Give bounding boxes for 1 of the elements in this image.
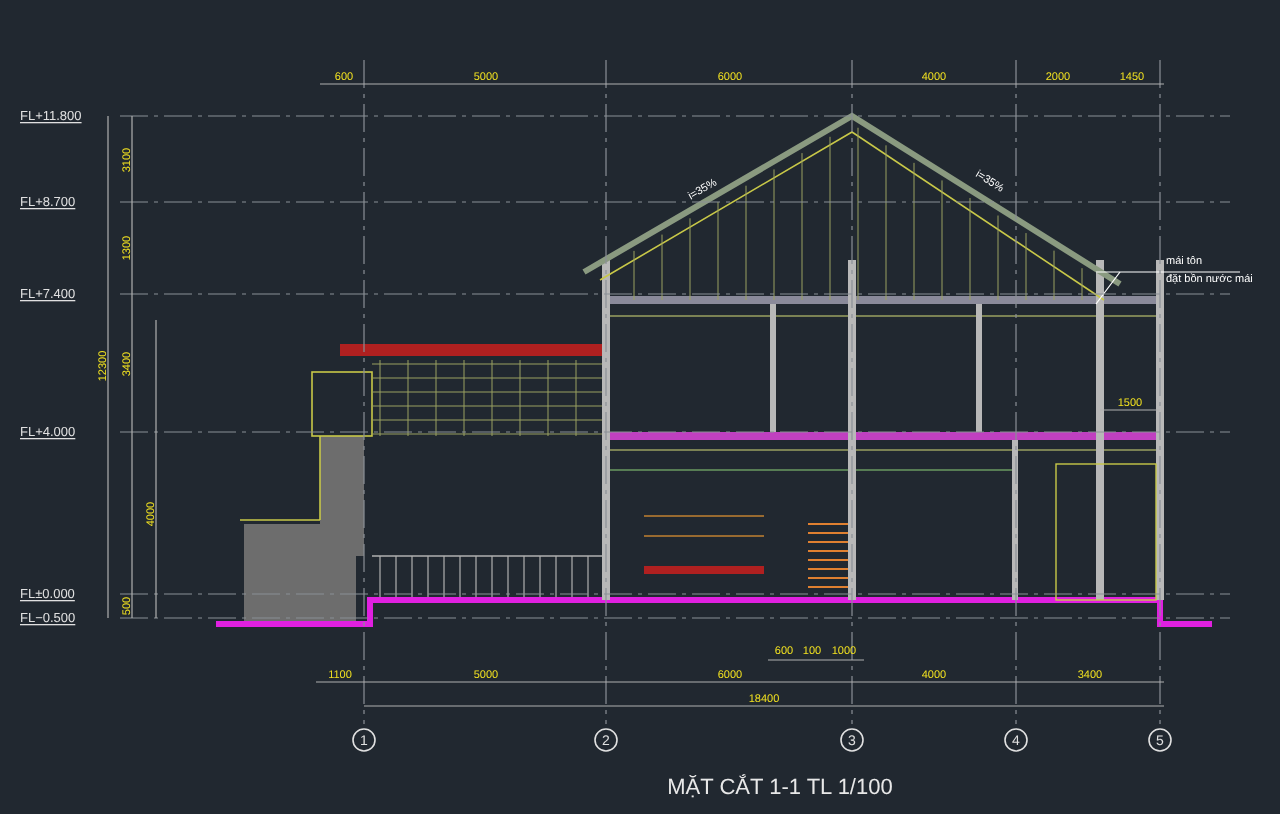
drawing-title: MẶT CẮT 1-1 TL 1/100	[667, 776, 893, 800]
